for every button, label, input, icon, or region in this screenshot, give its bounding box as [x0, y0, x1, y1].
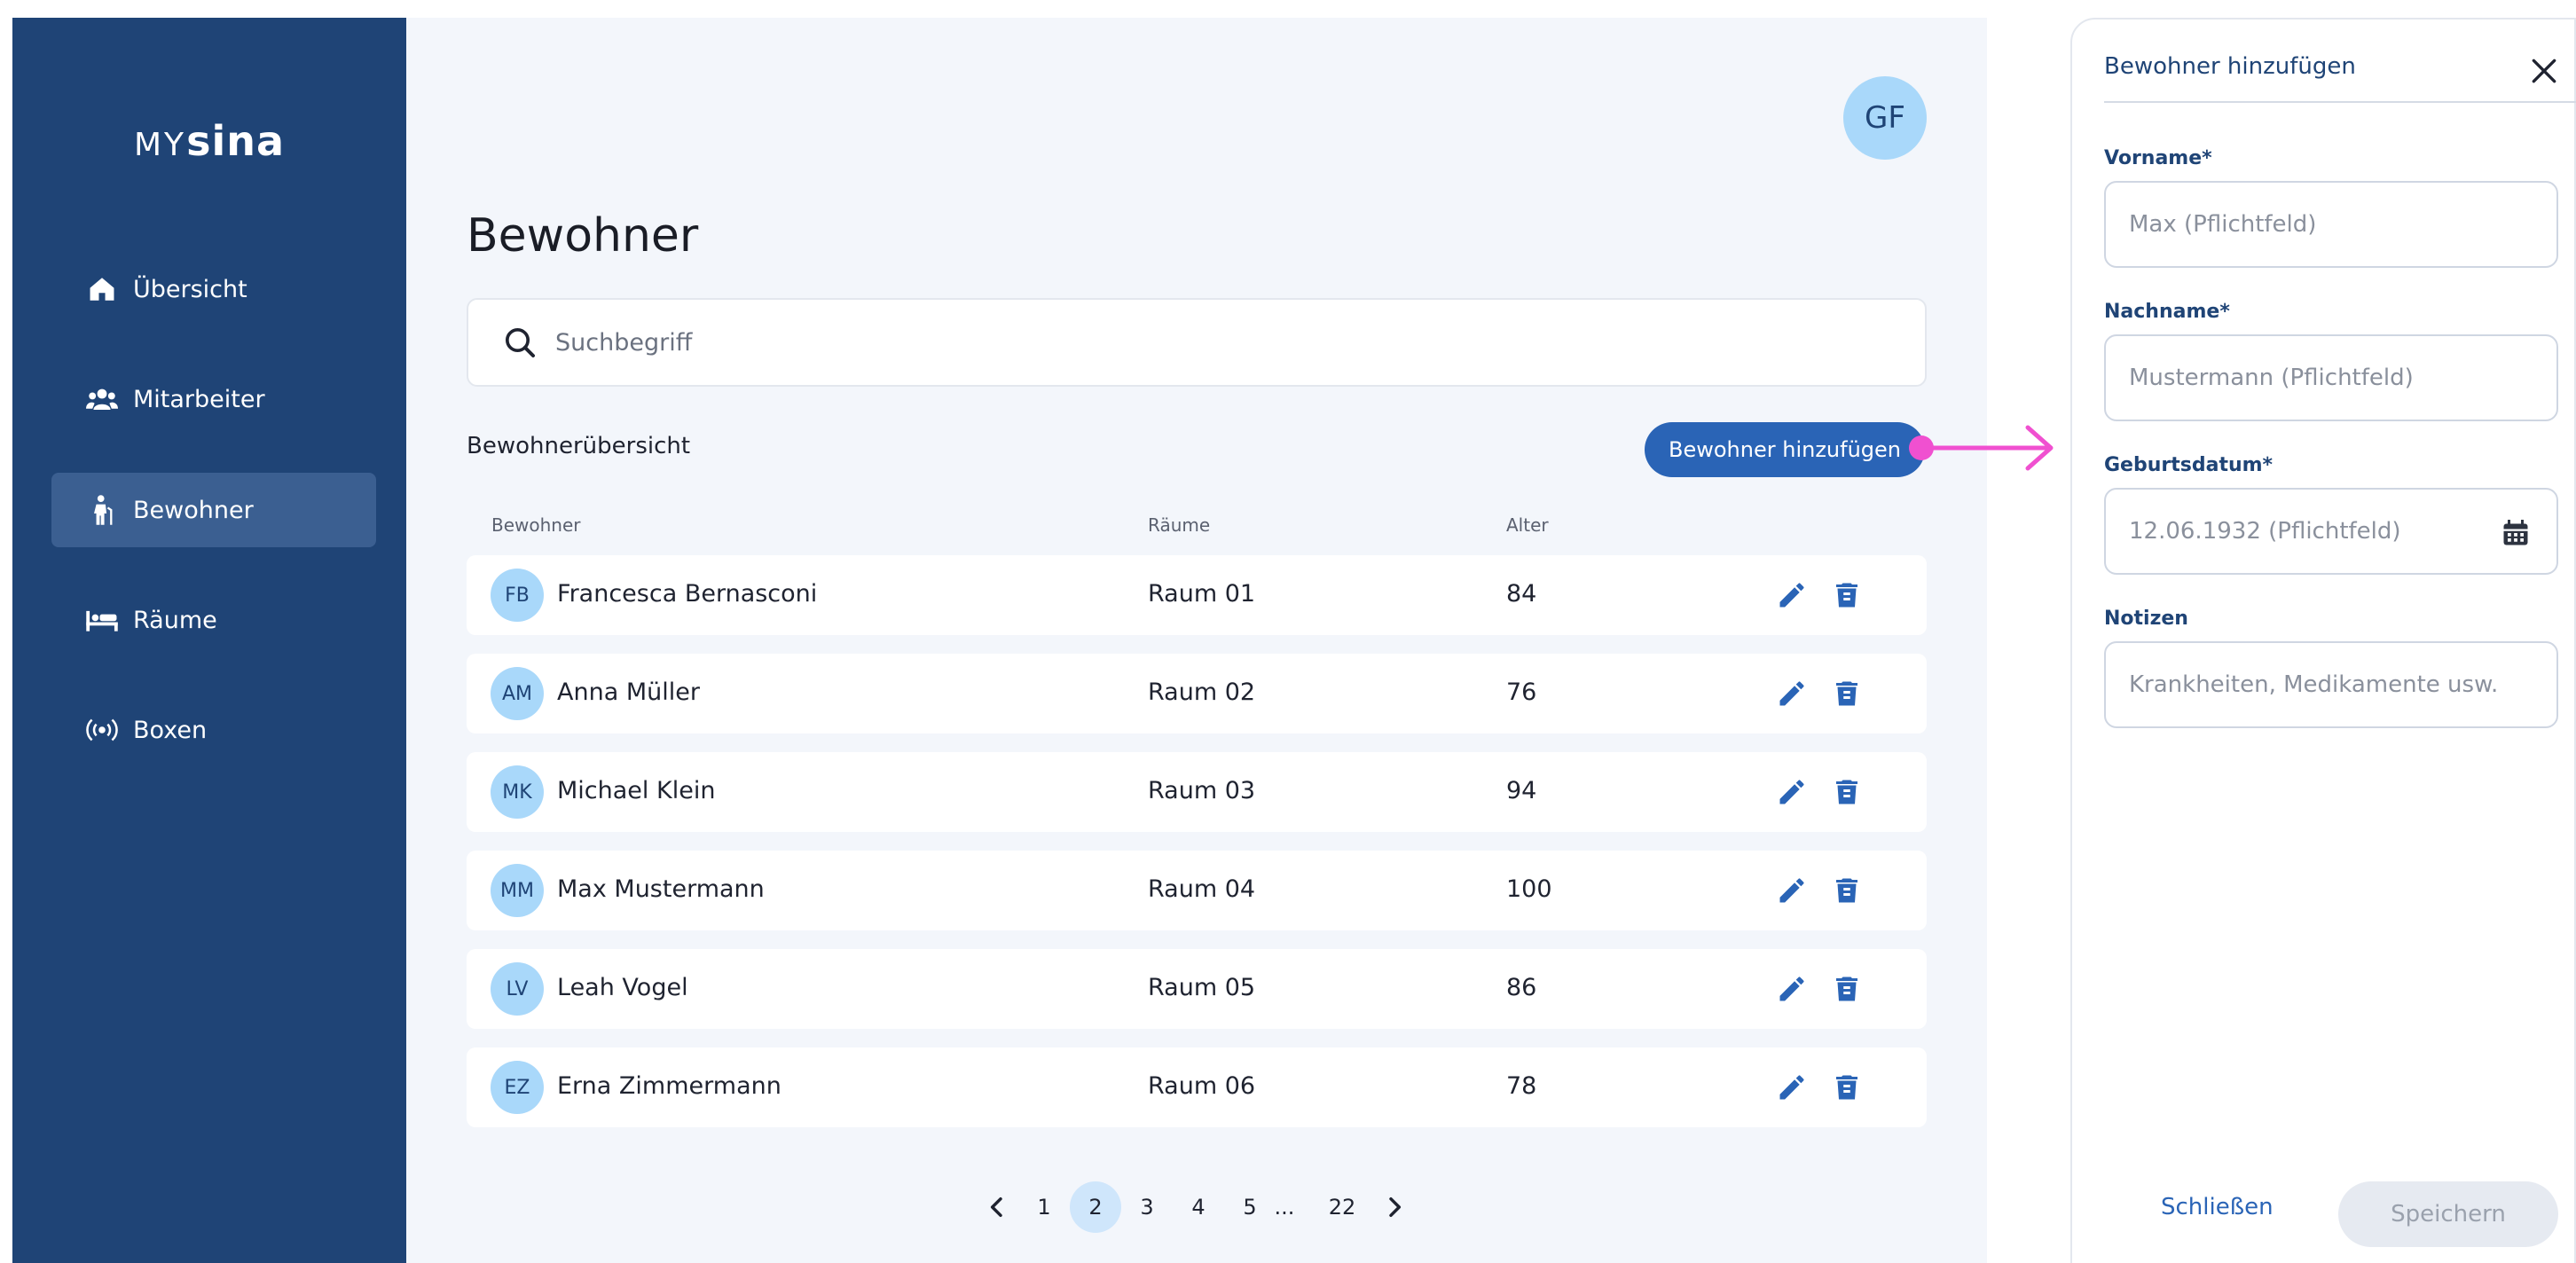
birthdate-placeholder: 12.06.1932 (Pflichtfeld) [2129, 518, 2401, 545]
sidebar-item-boxes[interactable]: Boxen [51, 693, 376, 767]
birthdate-field[interactable]: 12.06.1932 (Pflichtfeld) [2104, 488, 2558, 575]
delete-icon[interactable] [1831, 776, 1863, 808]
sidebar-item-label: Boxen [133, 716, 208, 744]
resident-avatar: AM [491, 667, 544, 720]
sidebar-item-label: Übersicht [133, 275, 247, 303]
page-title: Bewohner [467, 209, 699, 263]
column-header-rooms[interactable]: Räume [1148, 514, 1210, 536]
drawer-divider [2104, 101, 2576, 103]
edit-icon[interactable] [1776, 776, 1808, 808]
resident-age: 78 [1506, 1072, 1537, 1100]
resident-avatar: LV [491, 962, 544, 1016]
resident-avatar: MK [491, 765, 544, 819]
table-row[interactable]: LV Leah Vogel Raum 05 86 [467, 949, 1927, 1029]
column-header-age[interactable]: Alter [1506, 514, 1549, 536]
edit-icon[interactable] [1776, 973, 1808, 1005]
last-name-field[interactable]: Mustermann (Pflichtfeld) [2104, 334, 2558, 421]
add-resident-button[interactable]: Bewohner hinzufügen [1645, 422, 1925, 477]
edit-icon[interactable] [1776, 875, 1808, 906]
annotation-arrow [1909, 425, 2054, 471]
sidebar-item-label: Mitarbeiter [133, 385, 265, 413]
edit-icon[interactable] [1776, 579, 1808, 611]
table-row[interactable]: AM Anna Müller Raum 02 76 [467, 654, 1927, 733]
first-name-field[interactable]: Max (Pflichtfeld) [2104, 181, 2558, 268]
search-input[interactable]: Suchbegriff [467, 298, 1927, 387]
resident-name: Francesca Bernasconi [557, 580, 818, 608]
delete-icon[interactable] [1831, 973, 1863, 1005]
resident-avatar: FB [491, 569, 544, 622]
resident-avatar: MM [491, 864, 544, 917]
first-name-label: Vorname* [2104, 147, 2212, 169]
resident-age: 76 [1506, 679, 1537, 706]
page-button[interactable]: 22 [1313, 1181, 1371, 1233]
drawer-title: Bewohner hinzufügen [2104, 53, 2356, 80]
sidebar-item-residents[interactable]: Bewohner [51, 473, 376, 547]
delete-icon[interactable] [1831, 875, 1863, 906]
page-button[interactable]: 1 [1018, 1181, 1070, 1233]
table-row[interactable]: MK Michael Klein Raum 03 94 [467, 752, 1927, 832]
resident-avatar: EZ [491, 1061, 544, 1114]
table-row[interactable]: EZ Erna Zimmermann Raum 06 78 [467, 1047, 1927, 1127]
search-icon [506, 328, 535, 357]
resident-name: Leah Vogel [557, 974, 688, 1001]
elderly-person-icon [85, 493, 119, 527]
page-ellipsis: ... [1274, 1195, 1295, 1220]
delete-icon[interactable] [1831, 579, 1863, 611]
broadcast-icon [85, 713, 119, 747]
home-icon [85, 272, 119, 306]
save-button[interactable]: Speichern [2338, 1181, 2558, 1247]
resident-name: Max Mustermann [557, 875, 765, 903]
edit-icon[interactable] [1776, 678, 1808, 710]
edit-icon[interactable] [1776, 1071, 1808, 1103]
delete-icon[interactable] [1831, 1071, 1863, 1103]
resident-name: Michael Klein [557, 777, 716, 804]
resident-room: Raum 03 [1148, 777, 1256, 804]
resident-age: 84 [1506, 580, 1537, 608]
sidebar-item-label: Bewohner [133, 496, 254, 524]
chevron-right-icon[interactable] [1380, 1193, 1409, 1221]
group-icon [85, 382, 119, 416]
page-button-current[interactable]: 2 [1070, 1181, 1121, 1233]
sidebar-item-overview[interactable]: Übersicht [51, 252, 376, 326]
calendar-icon[interactable] [2500, 517, 2532, 549]
resident-room: Raum 06 [1148, 1072, 1256, 1100]
user-avatar[interactable]: GF [1843, 76, 1927, 160]
close-icon[interactable] [2526, 53, 2562, 89]
resident-room: Raum 01 [1148, 580, 1256, 608]
add-resident-drawer: Bewohner hinzufügen Vorname* Max (Pflich… [2070, 18, 2576, 1263]
table-row[interactable]: MM Max Mustermann Raum 04 100 [467, 851, 1927, 930]
last-name-placeholder: Mustermann (Pflichtfeld) [2129, 365, 2414, 391]
resident-room: Raum 04 [1148, 875, 1256, 903]
last-name-label: Nachname* [2104, 301, 2230, 323]
resident-name: Anna Müller [557, 679, 700, 706]
search-placeholder: Suchbegriff [555, 328, 693, 357]
bed-icon [85, 603, 119, 637]
notes-label: Notizen [2104, 608, 2188, 630]
notes-placeholder: Krankheiten, Medikamente usw. [2129, 671, 2499, 698]
resident-age: 86 [1506, 974, 1537, 1001]
resident-room: Raum 02 [1148, 679, 1256, 706]
resident-age: 94 [1506, 777, 1537, 804]
table-row[interactable]: FB Francesca Bernasconi Raum 01 84 [467, 555, 1927, 635]
first-name-placeholder: Max (Pflichtfeld) [2129, 211, 2317, 238]
page-button[interactable]: 4 [1173, 1181, 1224, 1233]
main-content: GF Bewohner Suchbegriff Bewohnerübersich… [406, 18, 1987, 1263]
birthdate-label: Geburtsdatum* [2104, 454, 2274, 476]
delete-icon[interactable] [1831, 678, 1863, 710]
resident-name: Erna Zimmermann [557, 1072, 781, 1100]
resident-room: Raum 05 [1148, 974, 1256, 1001]
column-header-resident[interactable]: Bewohner [491, 514, 581, 536]
sidebar-item-label: Räume [133, 606, 217, 634]
app-logo[interactable]: MYsina [12, 117, 406, 165]
sidebar-item-rooms[interactable]: Räume [51, 583, 376, 657]
section-title: Bewohnerübersicht [467, 433, 691, 459]
resident-age: 100 [1506, 875, 1552, 903]
page-button[interactable]: 3 [1121, 1181, 1173, 1233]
notes-field[interactable]: Krankheiten, Medikamente usw. [2104, 641, 2558, 728]
chevron-left-icon[interactable] [983, 1193, 1011, 1221]
sidebar-item-employees[interactable]: Mitarbeiter [51, 362, 376, 436]
sidebar: MYsina Übersicht Mitarbeiter Bewohner Rä… [12, 18, 406, 1263]
close-button[interactable]: Schließen [2161, 1194, 2274, 1220]
